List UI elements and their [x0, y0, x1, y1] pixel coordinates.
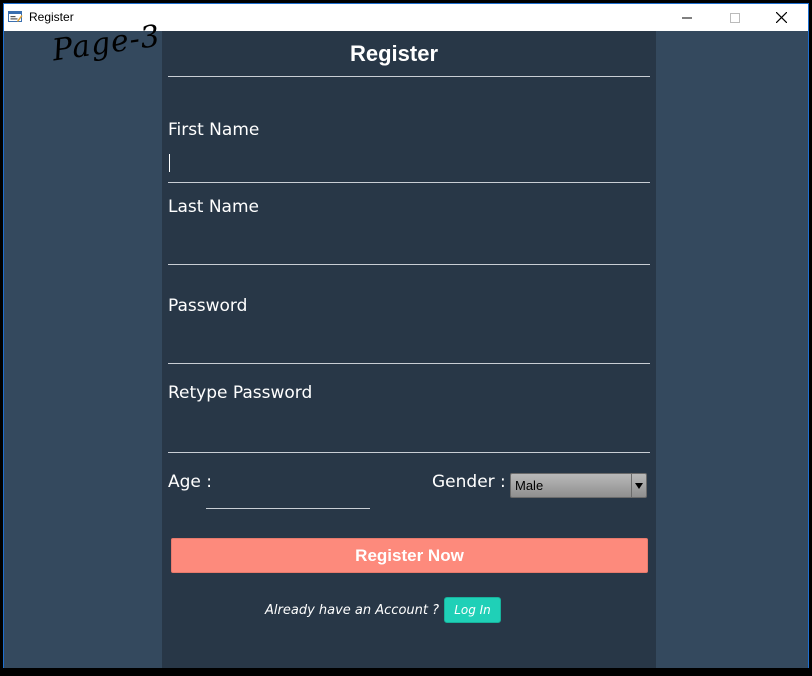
app-icon	[8, 11, 23, 22]
form-title: Register	[349, 41, 439, 66]
retype-password-input[interactable]	[168, 422, 650, 448]
password-label: Password	[168, 296, 248, 316]
gender-selected-value: Male	[515, 478, 544, 493]
last-name-input[interactable]	[168, 234, 650, 260]
dropdown-arrow-icon[interactable]	[631, 474, 646, 497]
last-name-underline	[168, 264, 650, 265]
title-divider	[168, 76, 650, 77]
first-name-underline	[168, 182, 650, 183]
close-button[interactable]	[758, 4, 804, 31]
window-title: Register	[29, 10, 74, 24]
register-form: Register First Name Last Name Password R…	[162, 31, 656, 670]
login-button[interactable]: Log In	[444, 597, 501, 623]
minimize-icon	[682, 17, 692, 18]
already-have-account-text: Already have an Account ?	[265, 603, 440, 618]
last-name-label: Last Name	[168, 197, 259, 217]
text-caret	[169, 154, 170, 172]
gender-select[interactable]: Male	[510, 473, 647, 498]
screen-edge	[0, 668, 812, 676]
age-underline	[206, 508, 370, 509]
password-underline	[168, 363, 650, 364]
register-now-button[interactable]: Register Now	[171, 538, 648, 573]
chevron-down-icon	[635, 482, 643, 489]
first-name-label: First Name	[168, 120, 260, 140]
first-name-input[interactable]	[168, 150, 650, 176]
close-icon	[775, 12, 787, 23]
register-window: Register Page-3 Register First Name Last…	[3, 3, 809, 671]
password-input[interactable]	[168, 333, 650, 359]
maximize-icon	[730, 12, 740, 23]
gender-label: Gender :	[432, 472, 506, 492]
retype-password-label: Retype Password	[168, 383, 313, 403]
maximize-button[interactable]	[712, 4, 758, 31]
age-input[interactable]	[206, 478, 370, 504]
retype-password-underline	[168, 452, 650, 453]
minimize-button[interactable]	[664, 4, 710, 31]
